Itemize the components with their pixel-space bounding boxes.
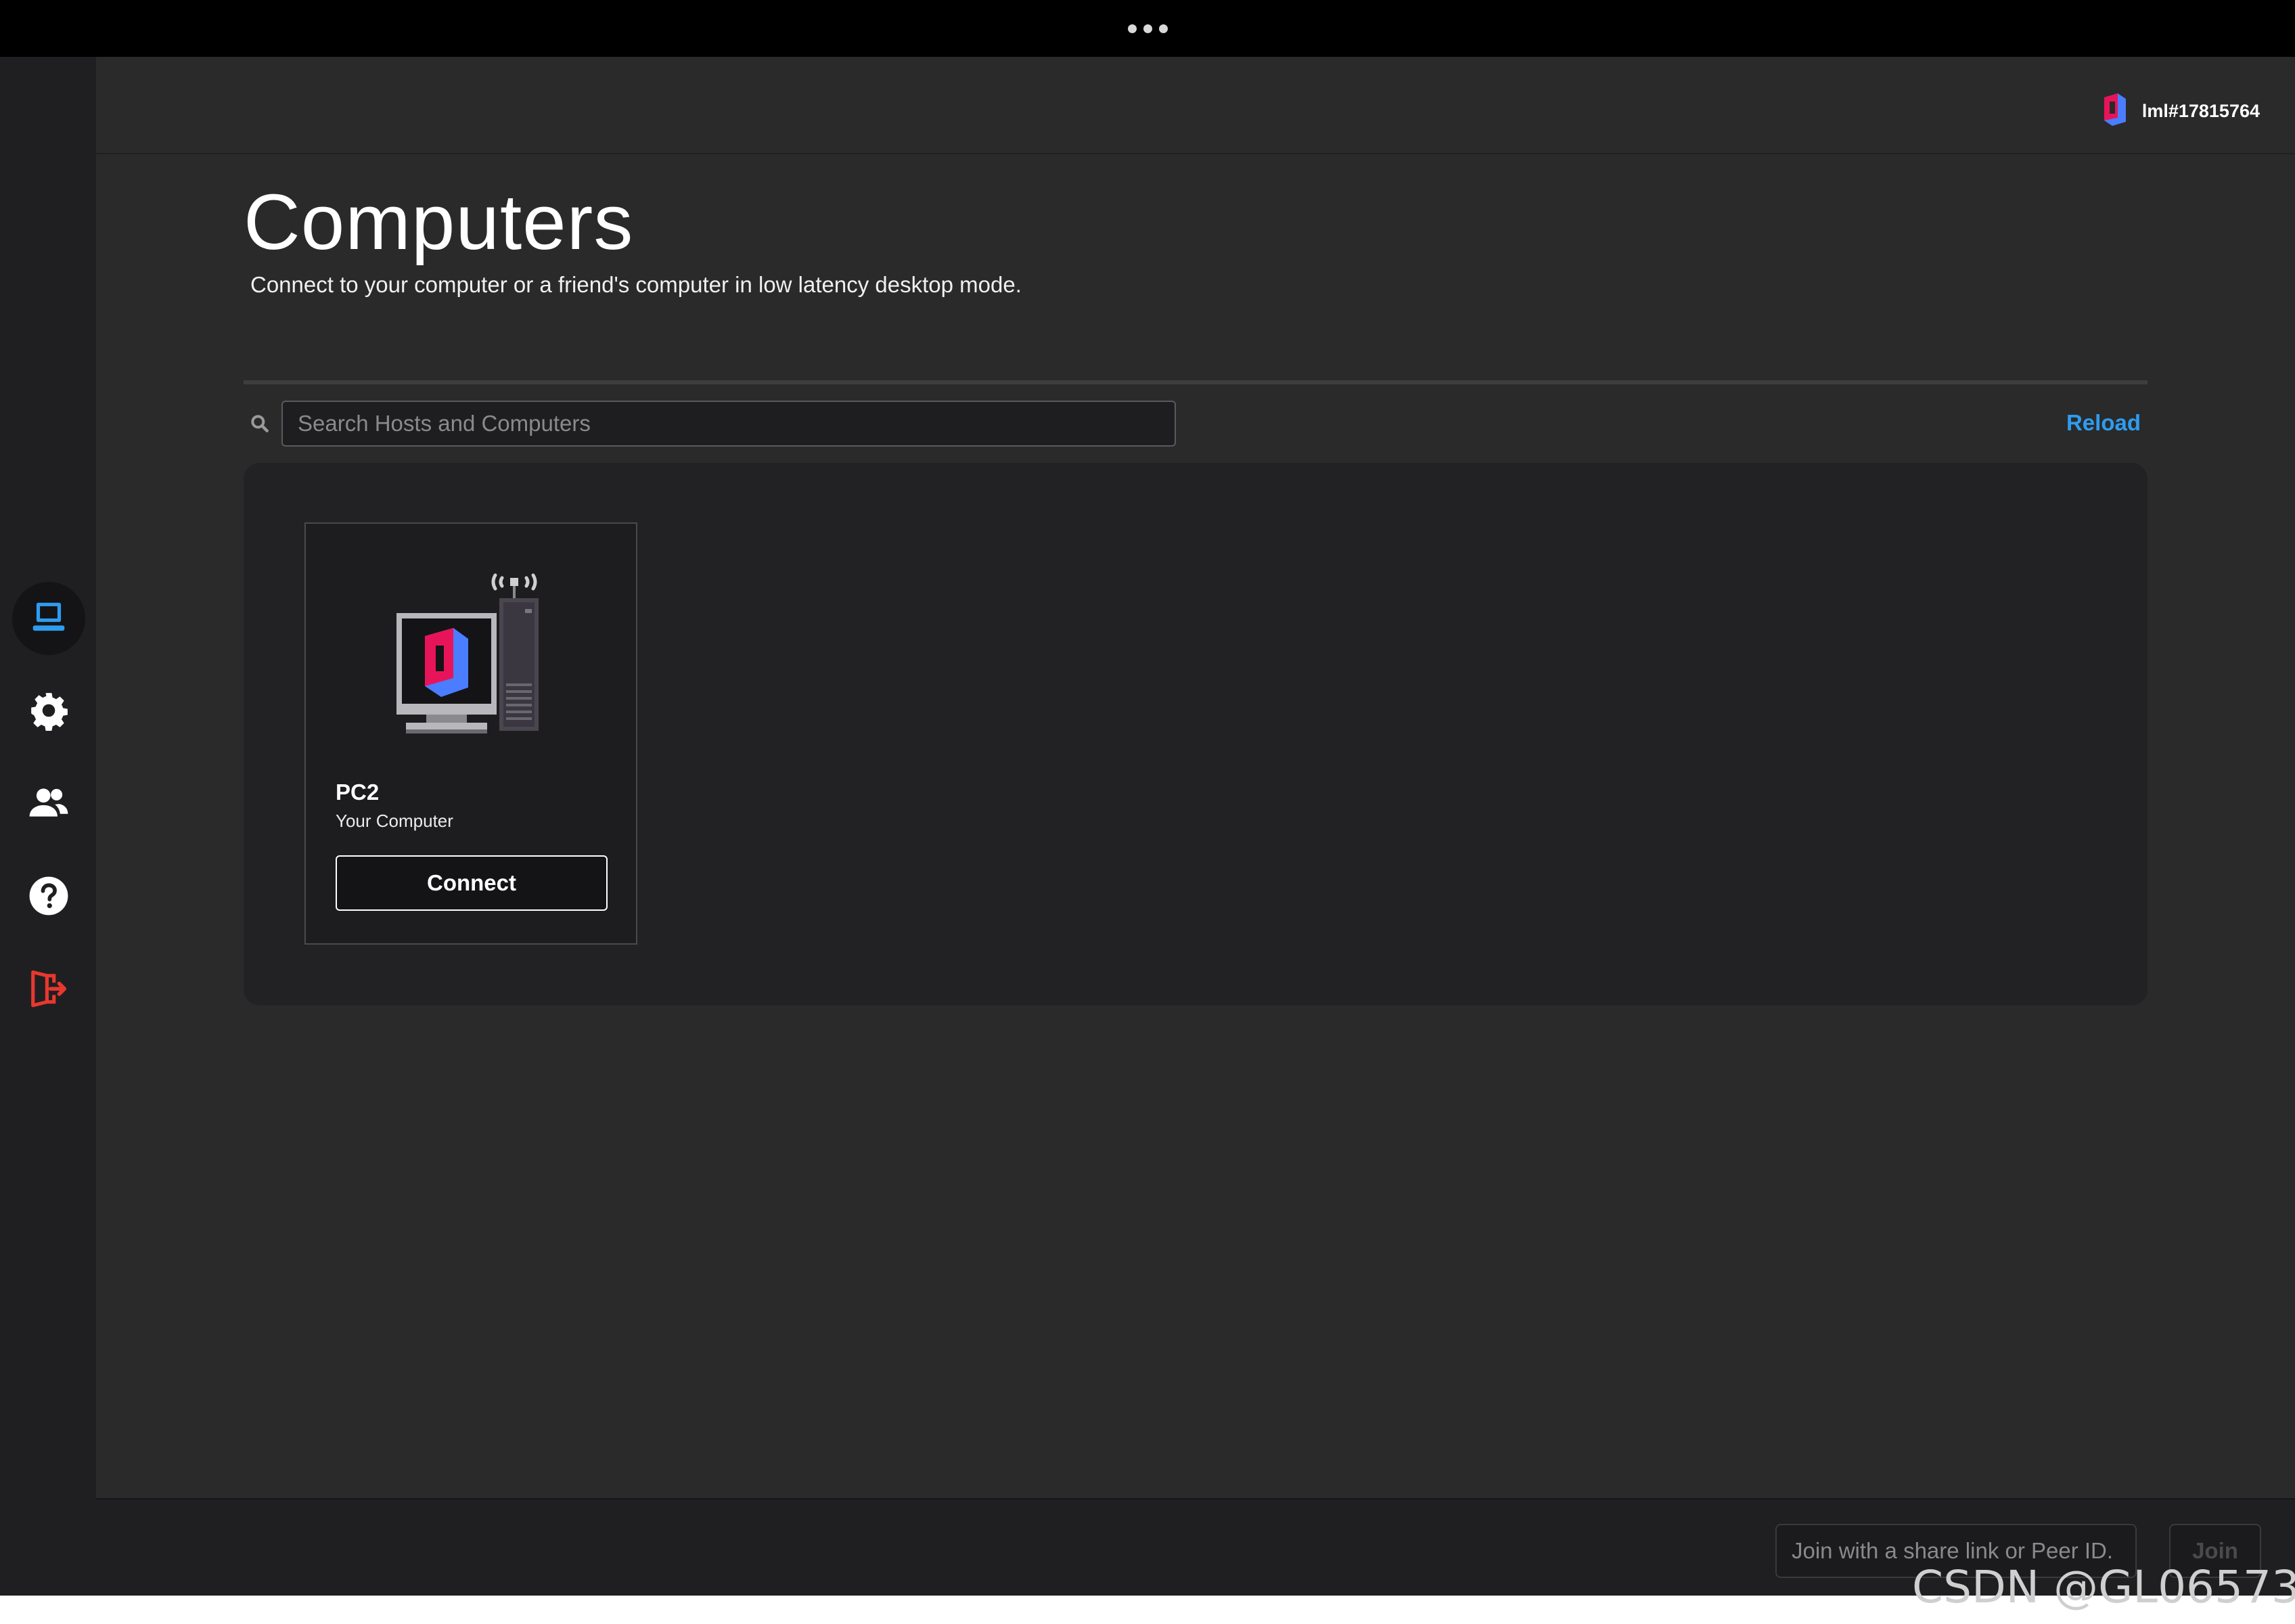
connect-button[interactable]: Connect xyxy=(336,855,608,911)
dot xyxy=(1158,24,1168,33)
page-subtitle: Connect to your computer or a friend's c… xyxy=(250,271,1022,297)
sidebar-item-settings[interactable] xyxy=(12,674,85,747)
computer-icon xyxy=(396,573,539,734)
computer-name: PC2 xyxy=(336,780,380,805)
search-row: Reload xyxy=(244,401,2148,448)
sidebar-item-computers[interactable] xyxy=(12,582,85,655)
computer-owner: Your Computer xyxy=(336,811,453,831)
username: lml#17815764 xyxy=(2141,100,2260,121)
user-menu[interactable]: lml#17815764 xyxy=(2101,92,2260,130)
watermark-text: CSDN @GL065735 xyxy=(1912,1561,2295,1613)
page-title: Computers xyxy=(244,178,634,266)
sidebar-item-friends[interactable] xyxy=(12,766,85,839)
dot xyxy=(1127,24,1137,33)
users-icon xyxy=(29,788,68,817)
divider xyxy=(244,380,2148,384)
gear-icon xyxy=(31,693,68,731)
sidebar-item-logout[interactable] xyxy=(12,951,85,1024)
dot xyxy=(1143,24,1152,33)
app-window: lml#17815764 Computers Connect to your c… xyxy=(0,57,2295,1596)
search-input[interactable] xyxy=(281,401,1176,447)
sidebar-item-help[interactable] xyxy=(12,859,85,932)
parsec-logo-icon xyxy=(2101,92,2129,131)
window-titlebar xyxy=(0,0,2295,57)
ellipsis-icon[interactable] xyxy=(1127,24,1168,33)
sidebar xyxy=(0,57,96,1596)
computers-panel: PC2 Your Computer Connect xyxy=(244,463,2148,1006)
logout-icon xyxy=(31,970,67,1008)
laptop-icon xyxy=(32,602,65,631)
computer-card: PC2 Your Computer Connect xyxy=(304,522,637,945)
reload-button[interactable]: Reload xyxy=(2066,410,2141,436)
topbar: lml#17815764 xyxy=(96,57,2295,154)
help-icon xyxy=(29,876,68,916)
page-header: Computers Connect to your computer or a … xyxy=(244,181,2148,298)
search-icon xyxy=(251,415,269,432)
